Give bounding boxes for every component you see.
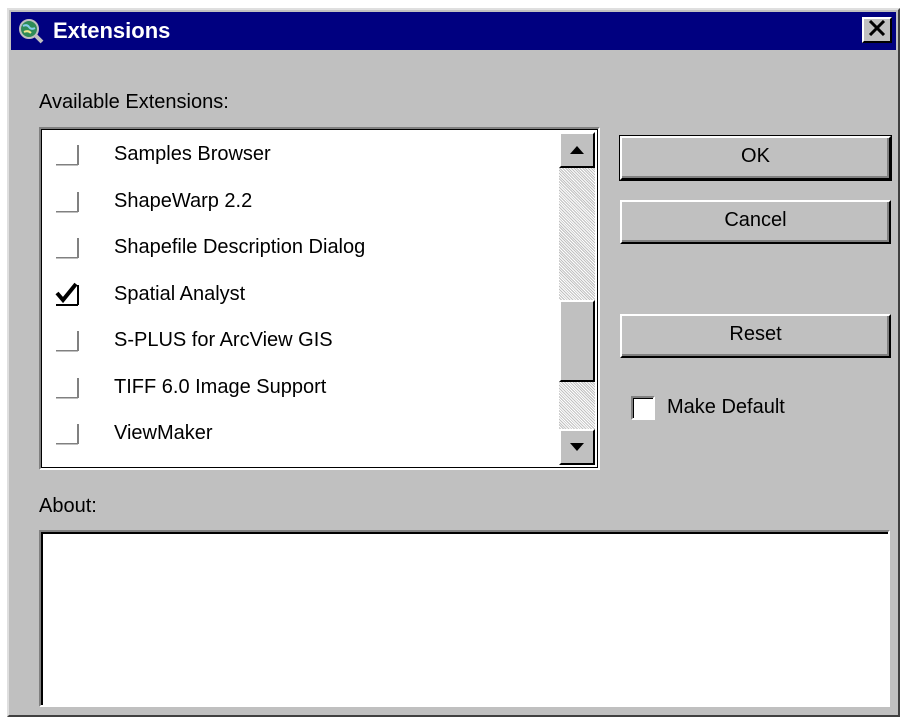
list-item[interactable]: Shapefile Description Dialog xyxy=(44,225,554,271)
about-textbox xyxy=(39,530,890,707)
window-title: Extensions xyxy=(53,18,171,43)
unchecked-box-icon[interactable] xyxy=(54,420,80,446)
list-item-label: S-PLUS for ArcView GIS xyxy=(114,329,333,351)
extensions-listbox[interactable]: ViewMaker TIFF 6.0 Image Support S-PLUS fo… xyxy=(39,127,600,470)
checkmark-icon[interactable] xyxy=(54,281,80,307)
list-item-label: Samples Browser xyxy=(114,143,271,165)
available-extensions-label: Available Extensions: xyxy=(39,91,229,113)
cancel-button[interactable]: Cancel xyxy=(620,200,891,244)
ok-button[interactable]: OK xyxy=(619,135,892,181)
arrow-up-icon xyxy=(570,141,584,159)
extensions-list: ViewMaker TIFF 6.0 Image Support S-PLUS fo… xyxy=(44,132,595,465)
unchecked-box-icon[interactable] xyxy=(54,234,80,260)
unchecked-box-icon[interactable] xyxy=(54,374,80,400)
vertical-scrollbar[interactable] xyxy=(559,132,595,465)
list-item-label: ViewMaker xyxy=(114,422,213,444)
list-item-label: ShapeWarp 2.2 xyxy=(114,189,253,212)
close-button[interactable] xyxy=(862,17,892,43)
list-item[interactable]: Spatial Analyst xyxy=(44,272,554,318)
scroll-thumb[interactable] xyxy=(559,300,595,382)
arrow-down-icon xyxy=(570,438,584,456)
extensions-dialog: Extensions Available Extensions: ViewMak… xyxy=(7,8,900,717)
unchecked-box-icon[interactable] xyxy=(54,141,80,167)
globe-magnifier-icon xyxy=(18,18,44,44)
make-default-label: Make Default xyxy=(667,396,785,418)
reset-button[interactable]: Reset xyxy=(620,314,891,358)
list-item-label: Shapefile Description Dialog xyxy=(114,236,366,258)
title-bar[interactable]: Extensions xyxy=(11,12,896,50)
make-default-checkbox-box[interactable] xyxy=(631,396,655,420)
list-item-label: Spatial Analyst xyxy=(114,282,246,305)
scroll-down-button[interactable] xyxy=(559,429,595,465)
about-label: About: xyxy=(39,495,97,517)
list-item[interactable]: ShapeWarp 2.2 xyxy=(44,179,554,225)
list-item[interactable]: Samples Browser xyxy=(44,132,554,178)
list-item[interactable]: TIFF 6.0 Image Support xyxy=(44,365,554,411)
list-item[interactable]: ViewMaker xyxy=(44,411,554,457)
unchecked-box-icon[interactable] xyxy=(54,327,80,353)
list-item-label: TIFF 6.0 Image Support xyxy=(114,375,327,398)
unchecked-box-icon[interactable] xyxy=(54,188,80,214)
scroll-up-button[interactable] xyxy=(559,132,595,168)
list-item[interactable]: S-PLUS for ArcView GIS xyxy=(44,318,554,364)
close-x-icon xyxy=(868,19,886,41)
